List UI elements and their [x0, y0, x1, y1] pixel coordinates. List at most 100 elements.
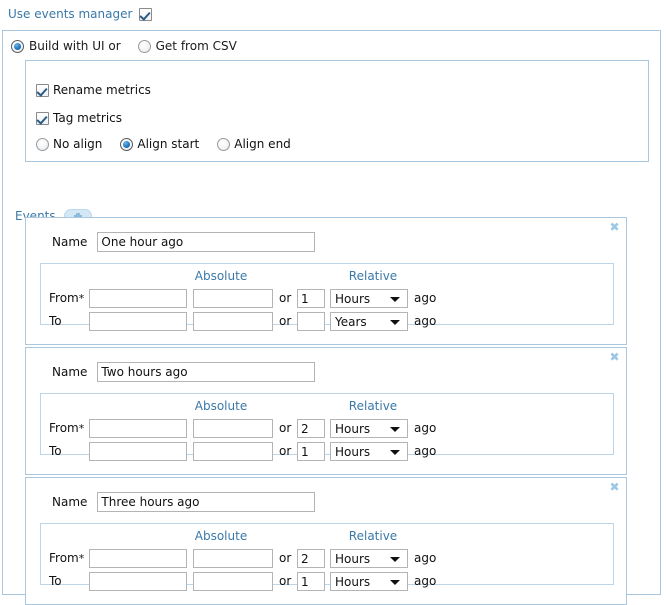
- event-name-input[interactable]: [97, 492, 316, 512]
- from-row: From* or Hours ago: [41, 289, 613, 309]
- to-row: To or Years ago: [41, 312, 613, 332]
- from-row: From* or Hours ago: [41, 419, 613, 439]
- chevron-down-icon: [390, 297, 400, 302]
- event-name-row: Name: [52, 362, 316, 382]
- radio-get-from-csv[interactable]: [137, 39, 151, 53]
- event-range-box: Absolute Relative From* or Hours ago To …: [40, 523, 614, 591]
- from-label: From*: [49, 551, 85, 565]
- to-absolute-date-input[interactable]: [89, 312, 187, 331]
- rename-metrics-row: Rename metrics: [36, 83, 151, 97]
- to-or-label: or: [279, 574, 292, 588]
- from-absolute-date-input[interactable]: [89, 289, 187, 308]
- to-or-label: or: [279, 444, 292, 458]
- event-card: ✖ Name Absolute Relative From* or Hours …: [25, 217, 627, 345]
- align-option-align-end[interactable]: Align end: [217, 137, 291, 151]
- to-relative-unit-select[interactable]: Years: [330, 312, 408, 331]
- from-absolute-date-input[interactable]: [89, 419, 187, 438]
- use-events-manager-row: Use events manager: [8, 7, 153, 21]
- rename-metrics-checkbox[interactable]: [36, 83, 49, 97]
- relative-column-header: Relative: [348, 529, 398, 543]
- from-or-label: or: [279, 291, 292, 305]
- to-absolute-time-input[interactable]: [193, 442, 273, 461]
- from-or-label: or: [279, 421, 292, 435]
- chevron-down-icon: [390, 427, 400, 432]
- from-or-label: or: [279, 551, 292, 565]
- event-range-box: Absolute Relative From* or Hours ago To …: [40, 263, 614, 331]
- mode-radio-group: Build with UI or Get from CSV: [11, 39, 237, 53]
- to-absolute-time-input[interactable]: [193, 312, 273, 331]
- event-name-row: Name: [52, 492, 316, 512]
- radio-build-with-ui[interactable]: [11, 39, 24, 53]
- get-from-csv-label: Get from CSV: [155, 39, 237, 53]
- to-row: To or Hours ago: [41, 442, 613, 462]
- to-relative-unit-value: Hours: [335, 575, 371, 589]
- event-name-input[interactable]: [97, 362, 316, 382]
- event-name-row: Name: [52, 232, 316, 252]
- from-relative-value-input[interactable]: [297, 549, 325, 568]
- from-absolute-time-input[interactable]: [193, 289, 273, 308]
- from-relative-value-input[interactable]: [297, 419, 325, 438]
- from-relative-unit-value: Hours: [335, 292, 371, 306]
- event-name-label: Name: [52, 235, 88, 249]
- from-absolute-date-input[interactable]: [89, 549, 187, 568]
- event-range-box: Absolute Relative From* or Hours ago To …: [40, 393, 614, 461]
- from-ago-label: ago: [414, 291, 437, 305]
- events-manager-panel: Build with UI or Get from CSV Rename met…: [2, 30, 661, 605]
- to-relative-value-input[interactable]: [297, 312, 325, 331]
- event-name-label: Name: [52, 495, 88, 509]
- to-relative-unit-select[interactable]: Hours: [330, 442, 408, 461]
- to-relative-unit-value: Hours: [335, 445, 371, 459]
- to-relative-unit-value: Years: [335, 315, 367, 329]
- from-relative-unit-value: Hours: [335, 422, 371, 436]
- align-option-no-align[interactable]: No align: [36, 137, 102, 151]
- build-options-panel: Rename metrics Tag metrics No align Alig…: [25, 60, 649, 162]
- from-relative-unit-value: Hours: [335, 552, 371, 566]
- to-row: To or Hours ago: [41, 572, 613, 592]
- align-radio-group: No align Align start Align end: [36, 137, 309, 151]
- align-end-label: Align end: [234, 137, 291, 151]
- from-absolute-time-input[interactable]: [193, 419, 273, 438]
- to-ago-label: ago: [414, 314, 437, 328]
- build-with-ui-label: Build with UI or: [29, 39, 121, 53]
- tag-metrics-row: Tag metrics: [36, 111, 122, 125]
- from-relative-value-input[interactable]: [297, 289, 325, 308]
- from-ago-label: ago: [414, 421, 437, 435]
- from-relative-unit-select[interactable]: Hours: [330, 289, 408, 308]
- to-absolute-date-input[interactable]: [89, 572, 187, 591]
- tag-metrics-label: Tag metrics: [53, 111, 123, 125]
- close-icon[interactable]: ✖: [609, 221, 620, 233]
- rename-metrics-label: Rename metrics: [53, 83, 151, 97]
- close-icon[interactable]: ✖: [609, 481, 620, 493]
- radio-no-align[interactable]: [36, 137, 49, 151]
- from-label: From*: [49, 291, 85, 305]
- from-ago-label: ago: [414, 551, 437, 565]
- use-events-manager-checkbox[interactable]: [139, 7, 153, 21]
- to-label: To: [49, 314, 62, 328]
- from-relative-unit-select[interactable]: Hours: [330, 549, 408, 568]
- from-relative-unit-select[interactable]: Hours: [330, 419, 408, 438]
- align-option-align-start[interactable]: Align start: [120, 137, 199, 151]
- to-or-label: or: [279, 314, 292, 328]
- to-relative-value-input[interactable]: [297, 442, 325, 461]
- from-absolute-time-input[interactable]: [193, 549, 273, 568]
- tag-metrics-checkbox[interactable]: [36, 111, 49, 125]
- chevron-down-icon: [390, 320, 400, 325]
- event-card: ✖ Name Absolute Relative From* or Hours …: [25, 477, 627, 605]
- to-absolute-time-input[interactable]: [193, 572, 273, 591]
- to-label: To: [49, 574, 62, 588]
- radio-align-end[interactable]: [217, 137, 231, 151]
- radio-align-start[interactable]: [120, 137, 134, 151]
- use-events-manager-label: Use events manager: [8, 7, 133, 21]
- event-name-input[interactable]: [97, 232, 316, 252]
- to-absolute-date-input[interactable]: [89, 442, 187, 461]
- event-name-label: Name: [52, 365, 88, 379]
- to-relative-unit-select[interactable]: Hours: [330, 572, 408, 591]
- close-icon[interactable]: ✖: [609, 351, 620, 363]
- no-align-label: No align: [53, 137, 103, 151]
- align-start-label: Align start: [137, 137, 200, 151]
- to-relative-value-input[interactable]: [297, 572, 325, 591]
- to-ago-label: ago: [414, 574, 437, 588]
- to-label: To: [49, 444, 62, 458]
- to-ago-label: ago: [414, 444, 437, 458]
- chevron-down-icon: [390, 450, 400, 455]
